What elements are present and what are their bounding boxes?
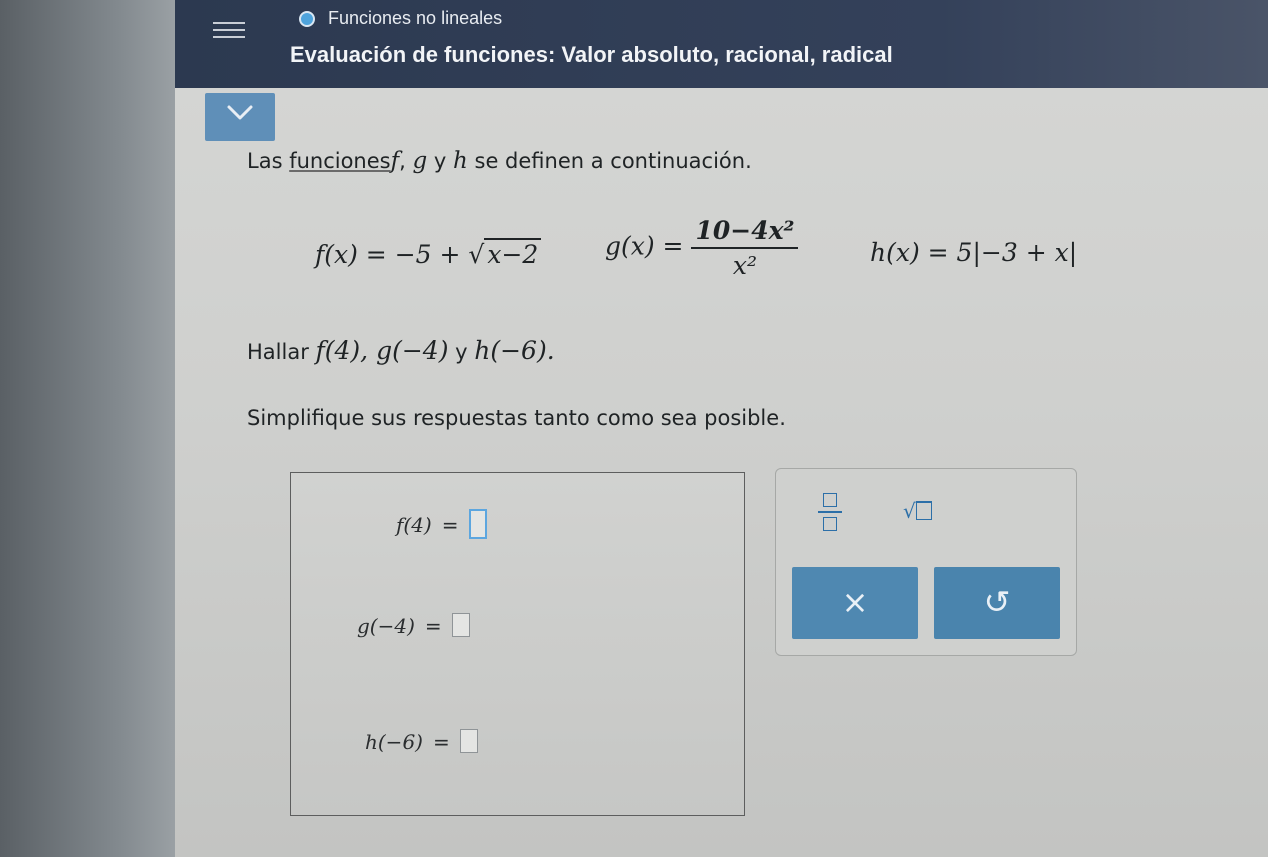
answer-label-g: g(−4): [357, 614, 415, 638]
clear-button[interactable]: ×: [792, 567, 918, 639]
h-lhs: h(x) = 5: [870, 238, 973, 267]
chevron-down-icon: [227, 105, 253, 120]
answer-row-g: g(−4) =: [357, 613, 470, 638]
screen: Funciones no lineales Evaluación de func…: [0, 0, 1268, 857]
question-panel: Las funcionesf, g y h se definen a conti…: [175, 88, 1268, 857]
sqrt-expression: √ x−2: [468, 238, 542, 269]
menu-icon[interactable]: [213, 22, 245, 44]
simplify-instruction: Simplifique sus respuestas tanto como se…: [247, 406, 786, 430]
topic-status-icon: [299, 11, 315, 27]
undo-button[interactable]: ↺: [934, 567, 1060, 639]
task-f: f(4),: [315, 336, 377, 365]
answer-label-h: h(−6): [365, 730, 423, 754]
f-lhs: f(x) = −5 +: [315, 240, 469, 269]
intro-suffix: se definen a continuación.: [467, 149, 752, 173]
answer-input-f[interactable]: [468, 509, 487, 539]
sqrt-icon: √: [903, 499, 916, 523]
g-fraction: 10−4x² x²: [691, 216, 799, 280]
equals-sign: =: [424, 614, 442, 638]
sqrt-tool-button[interactable]: √: [903, 499, 932, 523]
intro-f: f: [390, 148, 400, 174]
answer-row-h: h(−6) =: [365, 729, 478, 754]
fraction-numerator-icon: [823, 493, 837, 507]
intro-and: y: [427, 149, 453, 173]
answer-input-h[interactable]: [459, 729, 478, 753]
intro-comma: ,: [399, 149, 413, 173]
task-h: h(−6).: [474, 336, 555, 365]
math-toolbar: √ × ↺: [775, 468, 1077, 656]
fraction-tool-button[interactable]: [818, 493, 842, 533]
functions-glossary-link[interactable]: funciones: [289, 149, 390, 173]
question-intro: Las funcionesf, g y h se definen a conti…: [247, 148, 752, 174]
g-definition: g(x) = 10−4x² x²: [605, 216, 799, 280]
task-statement: Hallar f(4), g(−4) y h(−6).: [247, 336, 555, 365]
task-and: y: [448, 340, 475, 364]
intro-h: h: [453, 148, 468, 174]
intro-g: g: [412, 148, 428, 174]
f-definition: f(x) = −5 + √ x−2: [315, 238, 542, 269]
g-numerator: 10−4x²: [691, 216, 799, 249]
f-radicand: x−2: [484, 238, 542, 269]
answer-input-g[interactable]: [451, 613, 470, 637]
topic-title: Funciones no lineales: [328, 8, 503, 28]
header-bar: Funciones no lineales Evaluación de func…: [175, 0, 1268, 88]
sqrt-placeholder-icon: [915, 501, 932, 520]
h-abs-content: −3 + x: [980, 238, 1069, 267]
lesson-title: Evaluación de funciones: Valor absoluto,…: [290, 42, 893, 67]
h-definition: h(x) = 5|−3 + x|: [870, 238, 1078, 267]
fraction-bar-icon: [818, 511, 842, 513]
g-denominator: x²: [732, 251, 758, 280]
task-prefix: Hallar: [247, 340, 316, 364]
equals-sign: =: [432, 730, 450, 754]
collapse-button[interactable]: [205, 93, 275, 141]
g-lhs: g(x) =: [605, 231, 692, 261]
answer-row-f: f(4) =: [396, 509, 487, 539]
intro-text: Las: [247, 149, 290, 173]
task-g: g(−4): [376, 336, 449, 365]
fraction-denominator-icon: [823, 517, 837, 531]
answer-area: f(4) = g(−4) = h(−6) =: [290, 472, 745, 816]
equals-sign: =: [441, 513, 459, 537]
answer-label-f: f(4): [396, 513, 432, 537]
